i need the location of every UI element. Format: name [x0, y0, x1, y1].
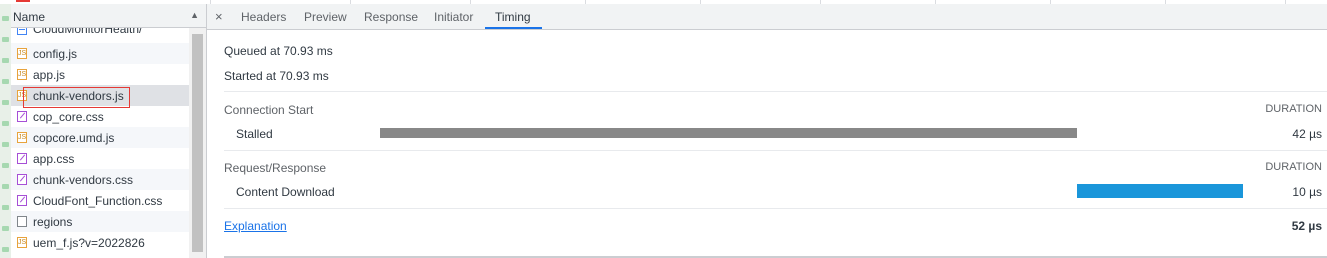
explanation-link[interactable]: Explanation — [224, 219, 287, 233]
stylesheet-file-icon — [17, 174, 27, 185]
queued-at: Queued at 70.93 ms — [224, 44, 333, 58]
selection-highlight-box — [23, 87, 130, 108]
content-download-duration: 10 µs — [1292, 185, 1322, 199]
script-file-icon: JS — [17, 69, 27, 80]
total-duration: 52 µs — [1291, 219, 1322, 233]
request-response-header: Request/Response — [224, 161, 327, 175]
list-item[interactable]: CloudFont_Function.css — [11, 190, 189, 211]
name-column-label: Name — [13, 10, 46, 24]
script-file-icon: JS — [17, 48, 27, 59]
tab-timing[interactable]: Timing — [495, 10, 531, 24]
stylesheet-file-icon — [17, 153, 27, 164]
list-scrollbar[interactable] — [189, 28, 206, 258]
top-red-marker — [16, 0, 30, 2]
tab-headers[interactable]: Headers — [241, 10, 286, 24]
duration-header: DURATION — [1265, 161, 1322, 173]
waterfall-margin — [0, 4, 11, 258]
tab-response[interactable]: Response — [364, 10, 418, 24]
script-file-icon: JS — [17, 237, 27, 248]
tab-preview[interactable]: Preview — [304, 10, 347, 24]
stalled-duration: 42 µs — [1292, 127, 1322, 141]
detail-tabbar: × Headers Preview Response Initiator Tim… — [207, 4, 1327, 30]
list-item[interactable]: cop_core.css — [11, 106, 189, 127]
scrollbar-thumb[interactable] — [192, 34, 203, 252]
list-item[interactable]: regions — [11, 211, 189, 232]
triangle-up-icon: ▲ — [190, 10, 199, 20]
request-rows: CloudMonitorHealth/ JS config.js JS app.… — [11, 28, 189, 258]
list-item[interactable]: JS uem_f.js?v=2022826 — [11, 232, 189, 253]
list-item[interactable]: JS app.js — [11, 64, 189, 85]
script-file-icon: JS — [17, 132, 27, 143]
tab-initiator[interactable]: Initiator — [434, 10, 473, 24]
list-item[interactable]: JS copcore.umd.js — [11, 127, 189, 148]
content-download-bar — [1077, 184, 1243, 198]
generic-file-icon — [17, 216, 27, 227]
stylesheet-file-icon — [17, 195, 27, 206]
list-item[interactable]: app.css — [11, 148, 189, 169]
document-icon — [17, 28, 27, 35]
list-item[interactable]: JS config.js — [11, 43, 189, 64]
close-icon[interactable]: × — [215, 9, 223, 24]
timing-panel: Queued at 70.93 ms Started at 70.93 ms C… — [207, 30, 1327, 258]
list-item[interactable]: chunk-vendors.css — [11, 169, 189, 190]
name-column-header[interactable]: Name ▲ — [11, 4, 206, 28]
duration-header: DURATION — [1265, 103, 1322, 115]
stalled-bar — [380, 128, 1077, 138]
connection-start-header: Connection Start — [224, 103, 314, 117]
stylesheet-file-icon — [17, 111, 27, 122]
content-download-label: Content Download — [236, 185, 335, 199]
stalled-label: Stalled — [236, 127, 273, 141]
active-tab-indicator — [485, 27, 542, 29]
started-at: Started at 70.93 ms — [224, 69, 329, 83]
request-list: Name ▲ CloudMonitorHealth/ JS config.js … — [0, 4, 207, 258]
